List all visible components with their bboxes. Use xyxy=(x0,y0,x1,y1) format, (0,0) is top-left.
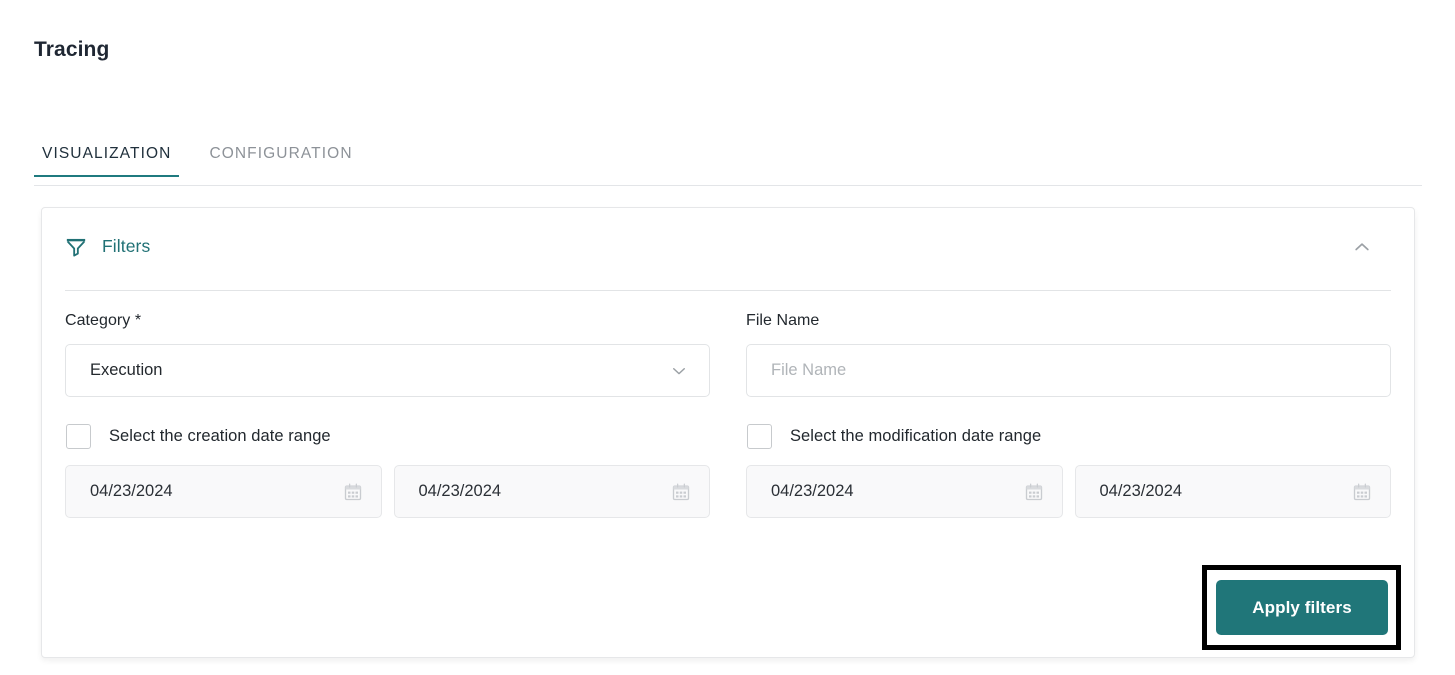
file-name-label: File Name xyxy=(746,312,820,329)
tab-visualization[interactable]: VISUALIZATION xyxy=(34,146,180,176)
creation-date-to-field xyxy=(393,465,710,518)
page-title: Tracing xyxy=(34,38,110,61)
filters-title: Filters xyxy=(102,236,151,256)
modification-date-to-field xyxy=(1074,465,1391,518)
category-label: Category * xyxy=(65,312,142,329)
calendar-icon[interactable] xyxy=(1352,482,1372,502)
creation-date-checkbox-row: Select the creation date range xyxy=(65,424,710,449)
chevron-up-icon xyxy=(1352,237,1372,257)
header-divider xyxy=(65,290,1391,291)
creation-date-checkbox-label[interactable]: Select the creation date range xyxy=(109,427,331,446)
modification-date-row xyxy=(746,465,1391,518)
creation-date-from-input[interactable] xyxy=(65,465,382,518)
creation-date-from-field xyxy=(65,465,382,518)
tracing-page: Tracing VISUALIZATION CONFIGURATION Filt… xyxy=(0,0,1455,675)
creation-date-row xyxy=(65,465,710,518)
filters-title-group: Filters xyxy=(65,236,150,258)
file-name-input[interactable] xyxy=(746,344,1391,397)
modification-date-checkbox-label[interactable]: Select the modification date range xyxy=(790,427,1041,446)
tab-configuration[interactable]: CONFIGURATION xyxy=(201,146,360,176)
filters-left-column: Category * Execution Select the creation… xyxy=(65,312,710,518)
category-select[interactable]: Execution xyxy=(65,344,710,397)
tab-bar: VISUALIZATION CONFIGURATION xyxy=(34,146,1422,186)
filters-form: Category * Execution Select the creation… xyxy=(65,312,1391,657)
creation-date-to-input[interactable] xyxy=(393,465,710,518)
modification-date-to-input[interactable] xyxy=(1074,465,1391,518)
filters-columns: Category * Execution Select the creation… xyxy=(65,312,1391,518)
creation-date-checkbox[interactable] xyxy=(66,424,91,449)
calendar-icon[interactable] xyxy=(671,482,691,502)
calendar-icon[interactable] xyxy=(343,482,363,502)
category-select-wrap: Execution xyxy=(65,344,710,397)
modification-date-from-input[interactable] xyxy=(746,465,1063,518)
filters-card-header: Filters xyxy=(42,208,1414,285)
modification-date-from-field xyxy=(746,465,1063,518)
modification-date-checkbox[interactable] xyxy=(747,424,772,449)
apply-filters-button[interactable]: Apply filters xyxy=(1216,580,1388,635)
funnel-icon xyxy=(65,236,87,258)
modification-date-checkbox-row: Select the modification date range xyxy=(746,424,1391,449)
filters-collapse-button[interactable] xyxy=(1346,231,1378,263)
filters-right-column: File Name Select the modification date r… xyxy=(746,312,1391,518)
calendar-icon[interactable] xyxy=(1024,482,1044,502)
